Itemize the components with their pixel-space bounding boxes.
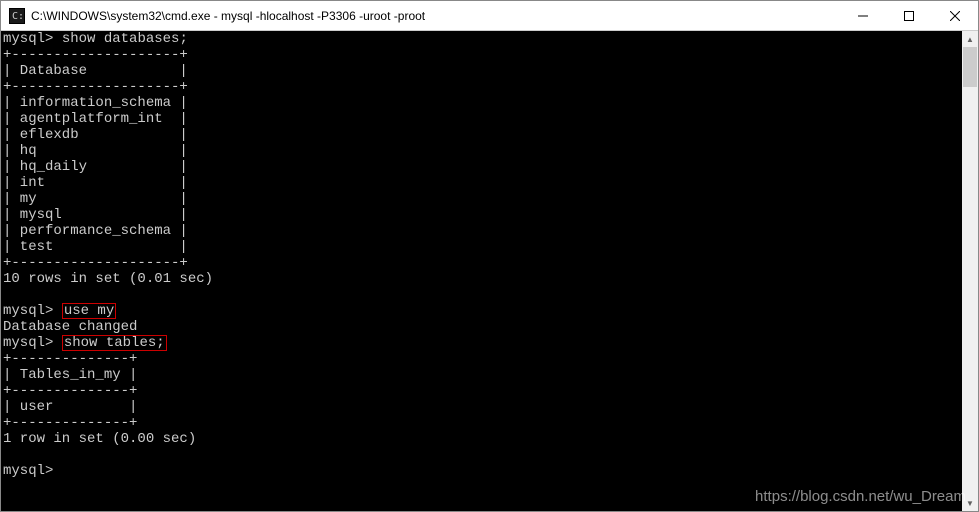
db-table-sep: +--------------------+	[3, 79, 188, 95]
tbl-table-header: | Tables_in_my |	[3, 367, 137, 383]
cmd-show-databases: show databases;	[62, 31, 188, 47]
db-row: | eflexdb |	[3, 127, 188, 143]
scroll-track[interactable]	[962, 47, 978, 495]
mysql-prompt: mysql>	[3, 31, 53, 47]
terminal-output: mysql> show databases; +----------------…	[1, 31, 978, 479]
close-button[interactable]	[932, 1, 978, 30]
scroll-down-arrow-icon[interactable]: ▼	[962, 495, 978, 511]
scroll-up-arrow-icon[interactable]: ▲	[962, 31, 978, 47]
tbl-table-bottom: +--------------+	[3, 415, 137, 431]
window-controls	[840, 1, 978, 30]
cmd-window: C: C:\WINDOWS\system32\cmd.exe - mysql -…	[0, 0, 979, 512]
vertical-scrollbar[interactable]: ▲ ▼	[962, 31, 978, 511]
db-row: | mysql |	[3, 207, 188, 223]
close-icon	[950, 11, 960, 21]
svg-text:C:: C:	[12, 11, 24, 22]
tbl-table-sep: +--------------+	[3, 383, 137, 399]
cmd-icon: C:	[9, 8, 25, 24]
db-table-header: | Database |	[3, 63, 188, 79]
db-row: | my |	[3, 191, 188, 207]
mysql-prompt: mysql>	[3, 463, 53, 479]
maximize-icon	[904, 11, 914, 21]
db-row: | test |	[3, 239, 188, 255]
db-table-top: +--------------------+	[3, 47, 188, 63]
cmd-show-tables: show tables;	[62, 335, 167, 351]
tbl-result-summary: 1 row in set (0.00 sec)	[3, 431, 196, 447]
tbl-table-top: +--------------+	[3, 351, 137, 367]
db-row: | information_schema |	[3, 95, 188, 111]
mysql-prompt: mysql>	[3, 303, 53, 319]
db-row: | int |	[3, 175, 188, 191]
minimize-icon	[858, 11, 868, 21]
tbl-row: | user |	[3, 399, 137, 415]
window-title: C:\WINDOWS\system32\cmd.exe - mysql -hlo…	[31, 9, 840, 23]
watermark-text: https://blog.csdn.net/wu_Dream	[755, 488, 966, 505]
terminal-area[interactable]: mysql> show databases; +----------------…	[1, 31, 978, 511]
db-row: | hq_daily |	[3, 159, 188, 175]
titlebar[interactable]: C: C:\WINDOWS\system32\cmd.exe - mysql -…	[1, 1, 978, 31]
db-table-bottom: +--------------------+	[3, 255, 188, 271]
db-row: | agentplatform_int |	[3, 111, 188, 127]
mysql-prompt: mysql>	[3, 335, 53, 351]
database-changed: Database changed	[3, 319, 137, 335]
db-row: | performance_schema |	[3, 223, 188, 239]
db-row: | hq |	[3, 143, 188, 159]
cmd-use-my: use my	[62, 303, 116, 319]
maximize-button[interactable]	[886, 1, 932, 30]
scroll-thumb[interactable]	[963, 47, 977, 87]
minimize-button[interactable]	[840, 1, 886, 30]
db-result-summary: 10 rows in set (0.01 sec)	[3, 271, 213, 287]
